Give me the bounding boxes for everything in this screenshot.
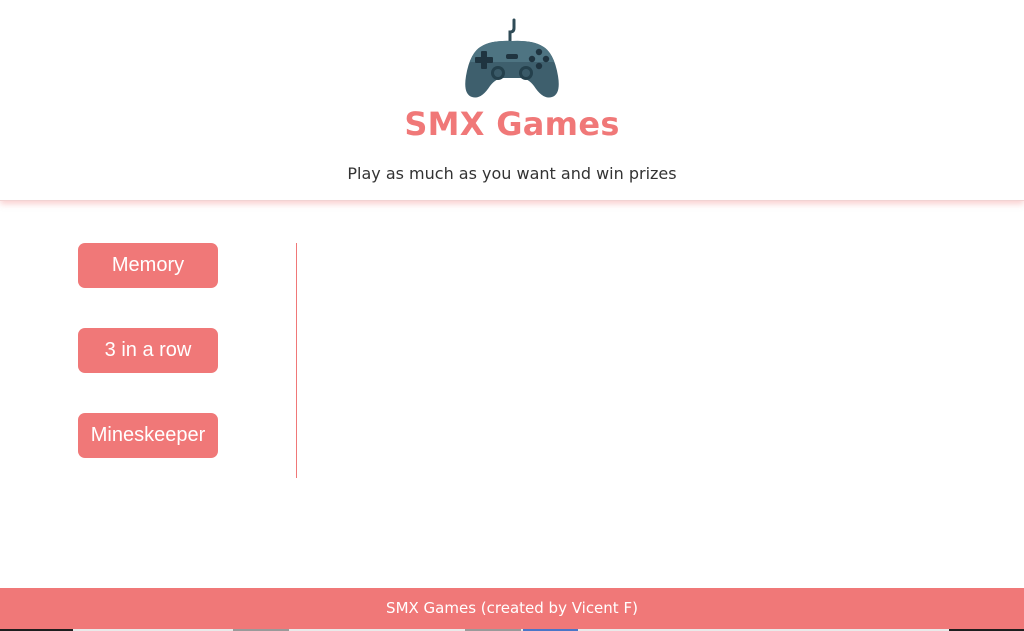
- gamepad-icon: [465, 18, 559, 98]
- three-in-a-row-game-button[interactable]: 3 in a row: [78, 328, 218, 373]
- site-title: SMX Games: [404, 105, 620, 143]
- memory-game-button[interactable]: Memory: [78, 243, 218, 288]
- game-menu: Memory 3 in a row Mineskeeper: [78, 243, 218, 498]
- mineskeeper-game-button[interactable]: Mineskeeper: [78, 413, 218, 458]
- footer-credits: SMX Games (created by Vicent F): [386, 599, 638, 617]
- site-header: SMX Games Play as much as you want and w…: [0, 0, 1024, 201]
- page: SMX Games Play as much as you want and w…: [0, 0, 1024, 631]
- site-tagline: Play as much as you want and win prizes: [347, 164, 677, 183]
- site-footer: SMX Games (created by Vicent F): [0, 588, 1024, 631]
- game-area: [310, 243, 990, 478]
- vertical-divider: [296, 243, 297, 478]
